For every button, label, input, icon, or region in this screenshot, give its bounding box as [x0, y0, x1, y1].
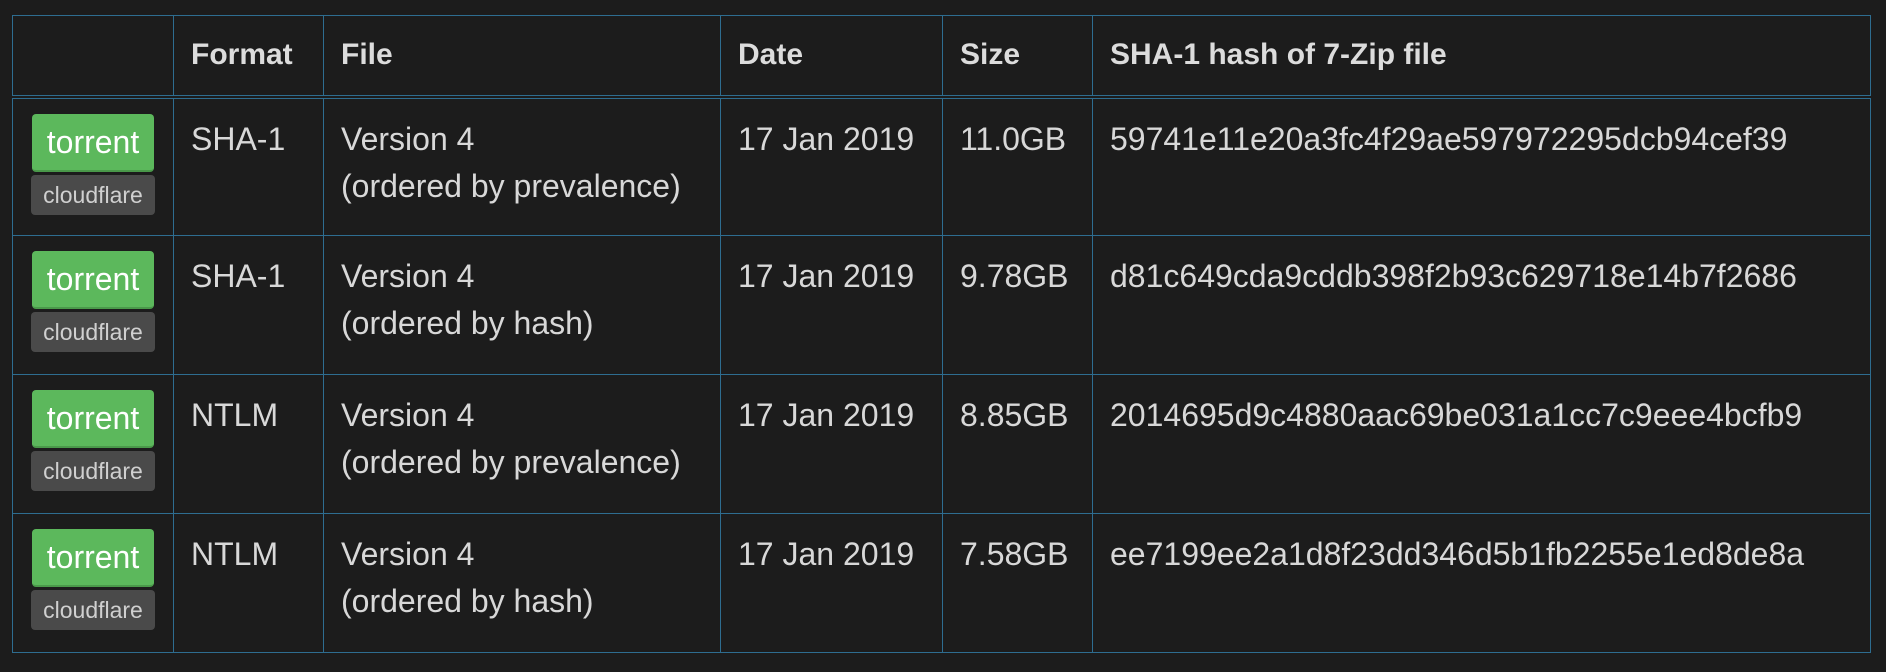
header-row: Format File Date Size SHA-1 hash of 7-Zi… — [12, 15, 1871, 99]
size-cell: 7.58GB — [942, 513, 1093, 653]
table-row: torrent cloudflare SHA-1 Version 4 (orde… — [12, 96, 1871, 236]
file-version: Version 4 — [341, 120, 475, 157]
file-cell: Version 4 (ordered by hash) — [323, 513, 721, 653]
format-cell: SHA-1 — [173, 235, 324, 375]
download-cell: torrent cloudflare — [12, 235, 174, 375]
size-cell: 9.78GB — [942, 235, 1093, 375]
file-cell: Version 4 (ordered by prevalence) — [323, 374, 721, 514]
table-header: Format File Date Size SHA-1 hash of 7-Zi… — [12, 15, 1871, 99]
file-cell: Version 4 (ordered by hash) — [323, 235, 721, 375]
header-file: File — [323, 15, 721, 99]
header-hash: SHA-1 hash of 7-Zip file — [1092, 15, 1871, 99]
downloads-table: Format File Date Size SHA-1 hash of 7-Zi… — [12, 15, 1871, 653]
table-row: torrent cloudflare NTLM Version 4 (order… — [12, 513, 1871, 653]
table-row: torrent cloudflare NTLM Version 4 (order… — [12, 374, 1871, 514]
hash-cell: ee7199ee2a1d8f23dd346d5b1fb2255e1ed8de8a — [1092, 513, 1871, 653]
cloudflare-button[interactable]: cloudflare — [31, 451, 155, 491]
date-cell: 17 Jan 2019 — [720, 235, 943, 375]
file-ordering: (ordered by hash) — [341, 305, 594, 341]
cloudflare-button[interactable]: cloudflare — [31, 174, 155, 215]
file-version: Version 4 — [341, 258, 475, 294]
torrent-button[interactable]: torrent — [32, 529, 154, 587]
header-size: Size — [942, 15, 1093, 99]
date-cell: 17 Jan 2019 — [720, 513, 943, 653]
downloads-table-container: Format File Date Size SHA-1 hash of 7-Zi… — [12, 15, 1871, 653]
table-row: torrent cloudflare SHA-1 Version 4 (orde… — [12, 235, 1871, 375]
hash-cell: d81c649cda9cddb398f2b93c629718e14b7f2686 — [1092, 235, 1871, 375]
torrent-button[interactable]: torrent — [32, 390, 154, 448]
size-cell: 8.85GB — [942, 374, 1093, 514]
download-cell: torrent cloudflare — [12, 96, 174, 236]
file-ordering: (ordered by prevalence) — [341, 444, 681, 480]
file-ordering: (ordered by hash) — [341, 583, 594, 619]
header-format: Format — [173, 15, 324, 99]
date-cell: 17 Jan 2019 — [720, 96, 943, 236]
format-cell: NTLM — [173, 513, 324, 653]
hash-cell: 2014695d9c4880aac69be031a1cc7c9eee4bcfb9 — [1092, 374, 1871, 514]
file-cell: Version 4 (ordered by prevalence) — [323, 96, 721, 236]
torrent-button[interactable]: torrent — [32, 251, 154, 309]
hash-cell: 59741e11e20a3fc4f29ae597972295dcb94cef39 — [1092, 96, 1871, 236]
torrent-button[interactable]: torrent — [32, 113, 154, 172]
download-cell: torrent cloudflare — [12, 513, 174, 653]
format-cell: SHA-1 — [173, 96, 324, 236]
cloudflare-button[interactable]: cloudflare — [31, 312, 155, 352]
size-cell: 11.0GB — [942, 96, 1093, 236]
download-cell: torrent cloudflare — [12, 374, 174, 514]
file-ordering: (ordered by prevalence) — [341, 167, 681, 204]
table-body: torrent cloudflare SHA-1 Version 4 (orde… — [12, 96, 1871, 653]
date-cell: 17 Jan 2019 — [720, 374, 943, 514]
file-version: Version 4 — [341, 536, 475, 572]
header-download — [12, 15, 174, 99]
cloudflare-button[interactable]: cloudflare — [31, 590, 155, 630]
file-version: Version 4 — [341, 397, 475, 433]
header-date: Date — [720, 15, 943, 99]
format-cell: NTLM — [173, 374, 324, 514]
